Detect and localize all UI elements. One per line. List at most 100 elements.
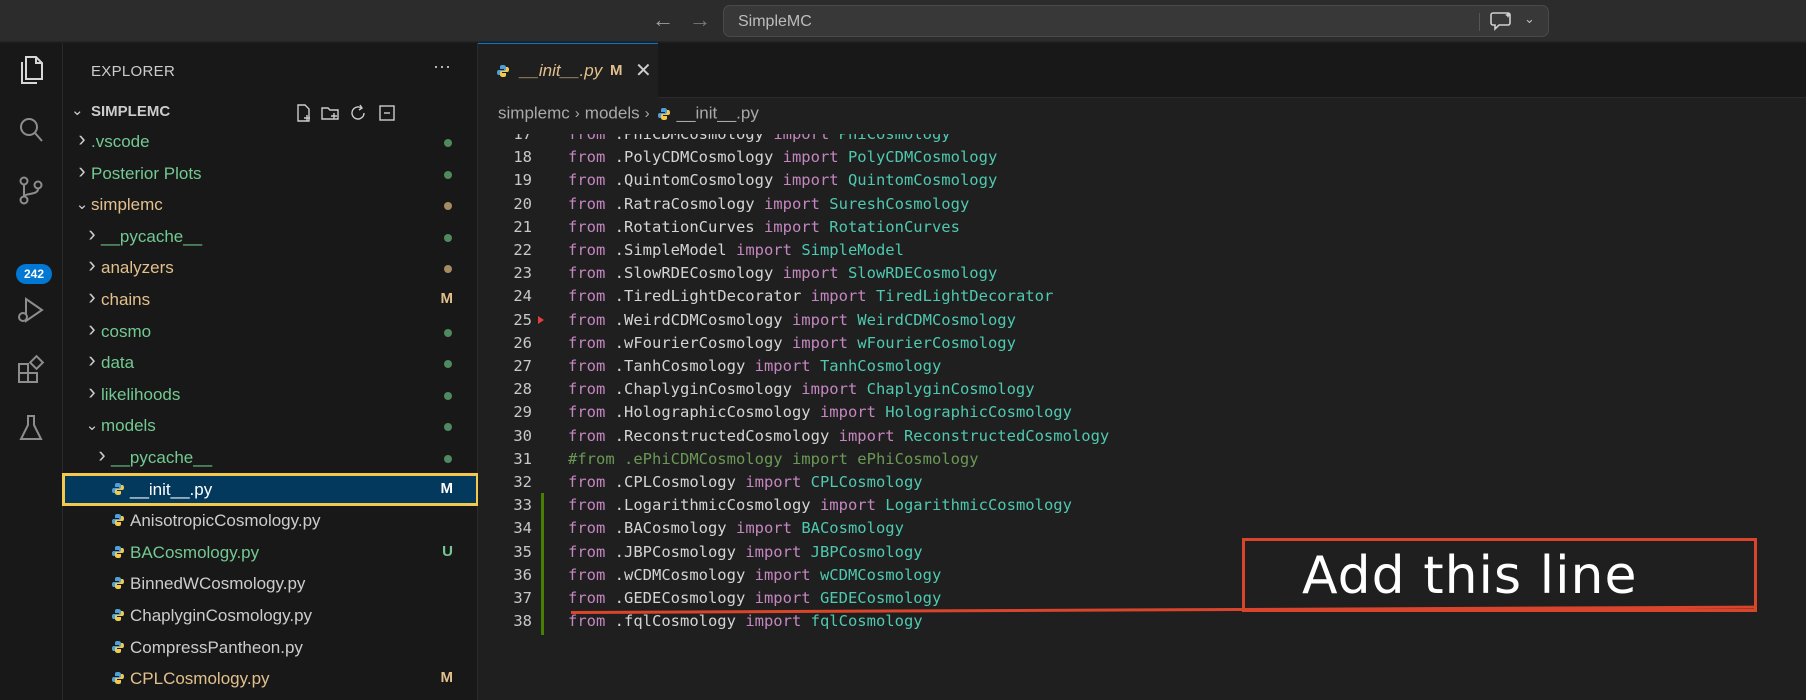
tree-item-label: ChaplyginCosmology.py [130,605,313,625]
breadcrumb-folder[interactable]: models [585,104,640,123]
tree-file[interactable]: CPLCosmology.py M [63,663,478,695]
tree-folder[interactable]: › likelihoods [63,379,478,411]
code-line[interactable]: 20 from .RatraCosmology import SureshCosm… [478,192,1806,218]
code-line[interactable]: 26 from .wFourierCosmology import wFourie… [478,331,1806,357]
code-text: from .wCDMCosmology import wCDMCosmology [568,566,941,584]
code-line[interactable]: 21 from .RotationCurves import RotationCu… [478,215,1806,241]
command-center-label: SimpleMC [738,13,812,30]
tree-file[interactable]: __init__.py M [62,472,479,507]
code-module: .HolographicCosmology [605,403,820,422]
breadcrumb-file[interactable]: __init__.py [677,104,759,123]
new-folder-icon[interactable] [320,103,340,123]
code-line[interactable]: 30 from .ReconstructedCosmology import Re… [478,424,1806,450]
code-keyword: from [568,148,606,167]
tree-file[interactable]: ChaplyginCosmology.py [63,600,478,632]
tree-folder[interactable]: › chains M [63,284,478,316]
code-line[interactable]: 29 from .HolographicCosmology import Holo… [478,400,1806,426]
git-status-badge: M [440,669,454,687]
chevron-down-icon[interactable]: ⌄ [1524,11,1535,27]
tree-file[interactable]: BinnedWCosmology.py [63,568,478,600]
code-module: .TanhCosmology [605,357,755,375]
tree-folder[interactable]: › data [63,347,478,379]
git-status-dot [444,233,452,242]
tree-folder[interactable]: › Posterior Plots [63,158,478,190]
command-center-divider [1479,13,1480,31]
code-class: CPLCosmology [801,473,923,491]
code-keyword: from [568,589,606,607]
explorer-files-icon[interactable] [14,53,48,87]
tree-file[interactable]: BACosmology.py U [63,537,478,569]
chevron-right-icon: › [574,105,580,123]
chat-sparkle-icon[interactable] [1490,11,1514,31]
forward-arrow-icon[interactable]: → [687,7,713,33]
run-debug-icon[interactable] [14,293,48,327]
workspace-section-header[interactable]: ⌄ SIMPLEMC [63,99,478,125]
collapse-all-icon[interactable] [377,103,397,123]
code-module: .CPLCosmology [605,473,746,491]
extensions-icon[interactable] [14,353,48,387]
code-line[interactable]: 27 from .TanhCosmology import TanhCosmolo… [478,354,1806,380]
code-text: from .RatraCosmology import SureshCosmol… [568,195,969,213]
code-keyword: from [568,194,606,213]
python-file-icon [657,107,670,120]
testing-flask-icon[interactable] [14,411,48,445]
command-center-search[interactable]: SimpleMC ⌄ [723,5,1549,37]
code-module: .wCDMCosmology [605,565,755,584]
python-file-icon [112,514,124,527]
search-icon[interactable] [14,113,48,147]
code-line[interactable]: 31 #from .ePhiCDMCosmology import ePhiCos… [478,447,1806,473]
line-number: 22 [513,241,532,259]
python-file-icon [112,482,124,495]
more-actions-icon[interactable]: ··· [433,56,451,77]
tree-folder[interactable]: › analyzers [63,252,478,284]
tree-folder[interactable]: ⌄ models [63,410,478,442]
tree-item-label: likelihoods [101,384,181,404]
code-editor[interactable]: 17 from .PhiCDMCosmology import PhiCosmol… [478,134,1806,700]
tab-init-py[interactable]: __init__.py M ✕ [478,43,658,98]
code-line[interactable]: 28 from .ChaplyginCosmology import Chaply… [478,377,1806,403]
tree-item-label: AnisotropicCosmology.py [130,511,321,531]
git-status-dot [444,454,452,463]
code-line[interactable]: 25 from .WeirdCDMCosmology import WeirdCD… [478,308,1806,334]
code-keyword: from [568,264,606,283]
line-number: 24 [513,287,532,306]
code-module: .QuintomCosmology [605,171,783,190]
tree-folder[interactable]: › __pycache__ [63,442,478,474]
git-status-dot [444,202,452,211]
tree-file[interactable]: AnisotropicCosmology.py [63,505,478,537]
code-line[interactable]: 33 from .LogarithmicCosmology import Loga… [478,493,1806,520]
tree-folder[interactable]: › __pycache__ [63,221,478,253]
python-file-icon [112,672,124,685]
chevron-right-icon: › [88,220,96,246]
tree-folder[interactable]: › .vscode [63,126,478,158]
code-line[interactable]: 32 from .CPLCosmology import CPLCosmology [478,470,1806,496]
tree-folder[interactable]: › cosmo [63,316,478,348]
code-module: .RatraCosmology [605,194,764,213]
code-module: .TiredLightDecorator [605,287,811,306]
git-status-dot [444,328,452,337]
code-line[interactable]: 23 from .SlowRDECosmology import SlowRDEC… [478,261,1806,287]
source-control-badge: 242 [16,264,52,284]
python-file-icon [112,577,124,590]
code-line[interactable]: 24 from .TiredLightDecorator import Tired… [478,284,1806,310]
new-file-icon[interactable] [294,103,314,123]
close-icon[interactable]: ✕ [635,58,652,83]
line-number: 31 [513,449,532,468]
git-status-dot [444,170,452,179]
code-class: ReconstructedCosmology [894,426,1110,445]
line-number: 20 [513,194,532,213]
code-line[interactable]: 19 from .QuintomCosmology import QuintomC… [478,168,1806,194]
source-control-icon[interactable] [14,173,48,207]
code-line[interactable]: 22 from .SimpleModel import SimpleModel [478,238,1806,264]
back-arrow-icon[interactable]: ← [650,7,676,33]
code-keyword: from [568,134,606,143]
line-number: 29 [513,403,532,422]
refresh-icon[interactable] [348,103,368,123]
breadcrumb-root[interactable]: simplemc [498,104,570,123]
code-module: .RotationCurves [605,217,764,236]
line-number: 33 [513,496,532,515]
tree-folder[interactable]: ⌄ simplemc [63,189,478,221]
code-class: ChaplyginCosmology [857,380,1035,399]
code-line[interactable]: 18 from .PolyCDMCosmology import PolyCDMC… [478,145,1806,171]
tree-file[interactable]: CompressPantheon.py [63,632,478,664]
